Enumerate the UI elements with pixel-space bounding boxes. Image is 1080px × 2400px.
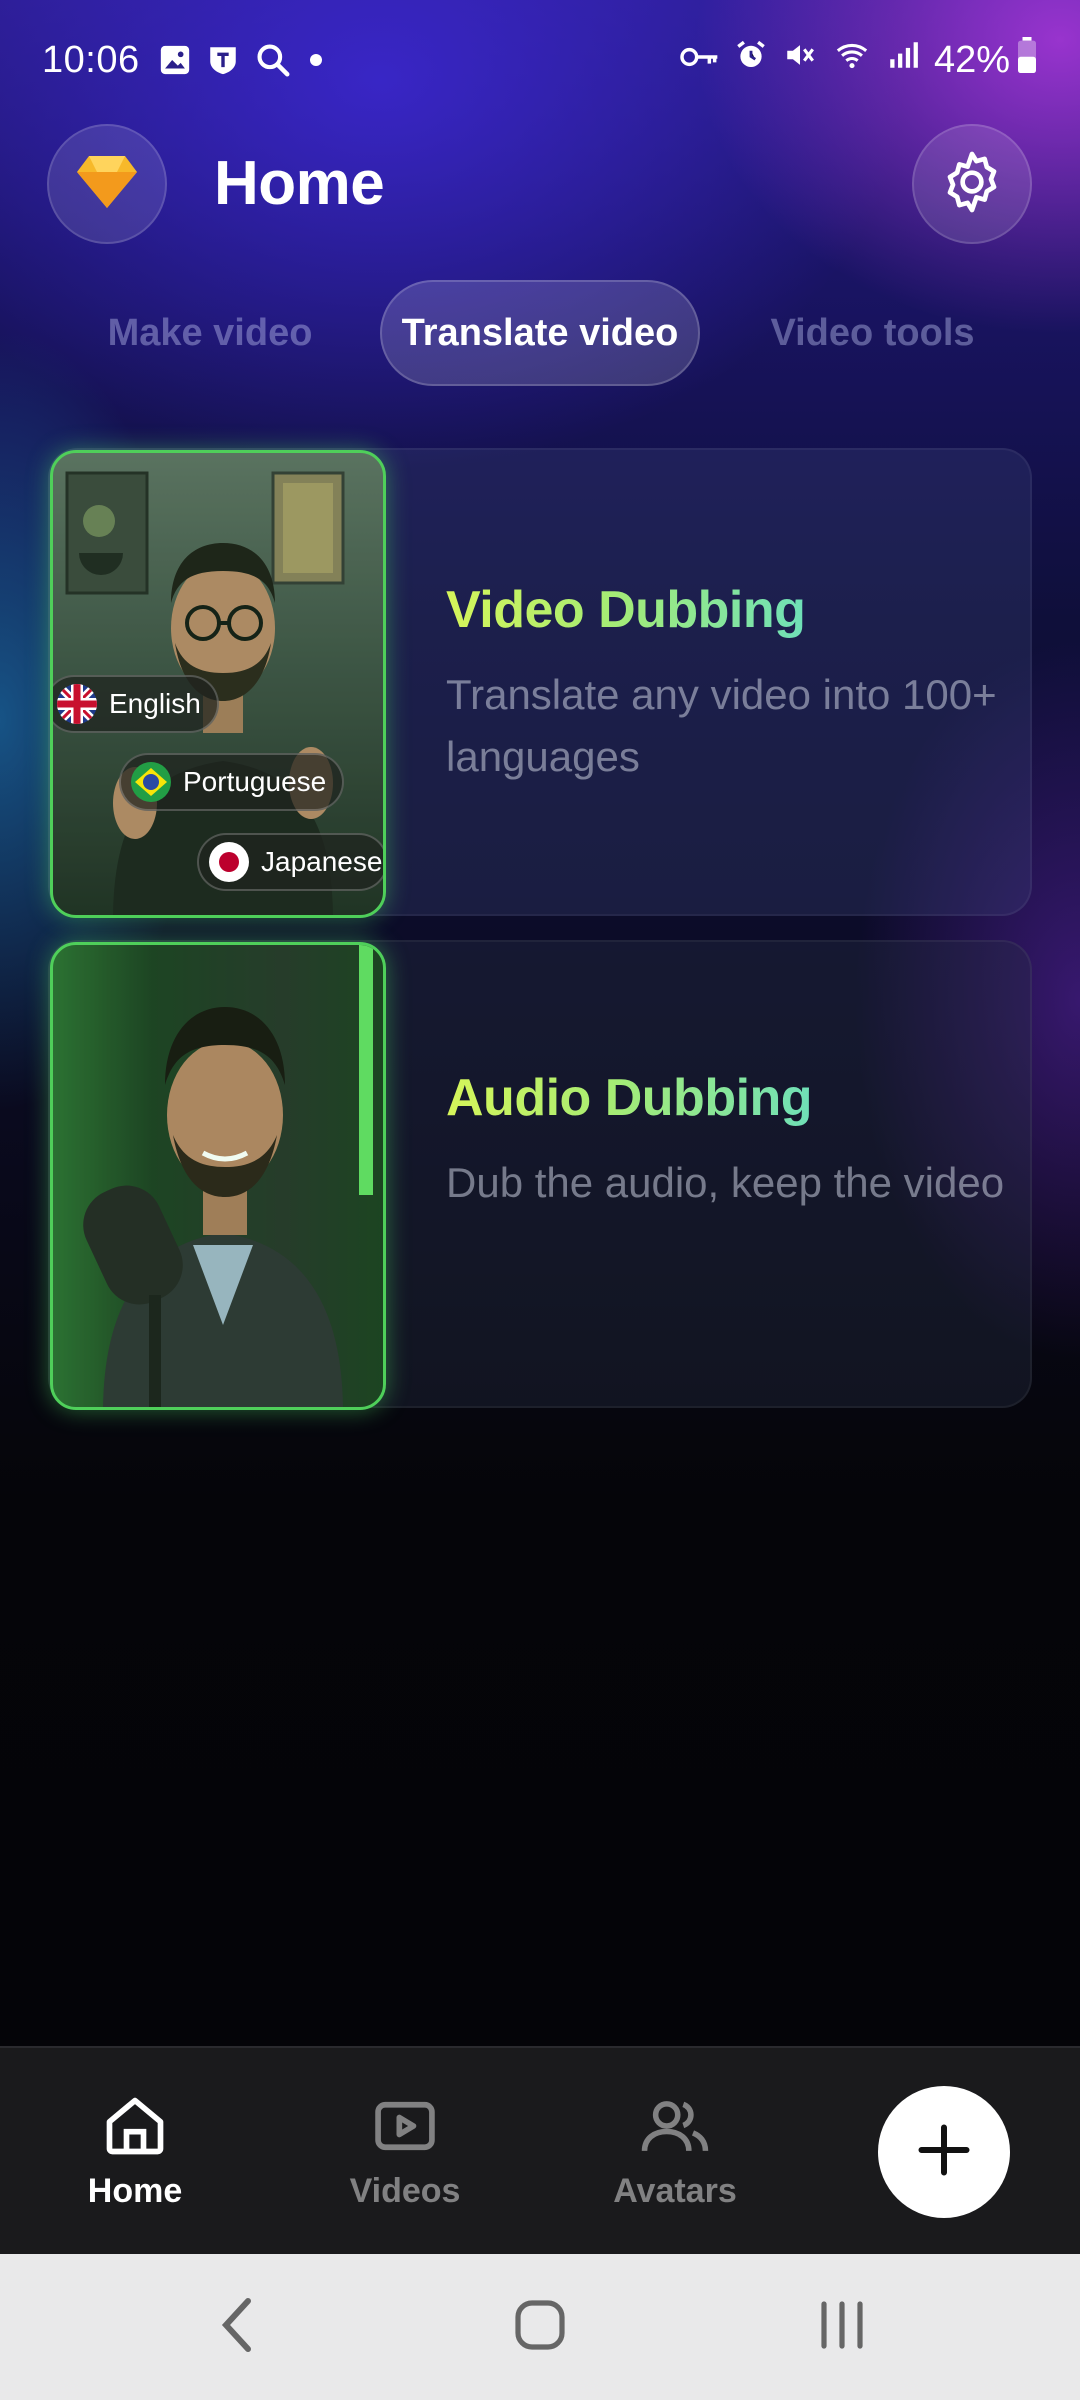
language-chip-english: English	[53, 675, 219, 733]
system-home-button[interactable]	[500, 2292, 580, 2362]
system-navigation-bar	[0, 2254, 1080, 2400]
app-header: Home	[0, 122, 1080, 246]
card-title: Video Dubbing	[446, 581, 806, 639]
premium-button[interactable]	[47, 124, 167, 244]
signal-icon	[886, 38, 920, 82]
video-dubbing-thumbnail: English Portuguese Japanese	[50, 450, 386, 918]
card-description: Translate any video into 100+ languages	[446, 671, 997, 780]
nav-avatars[interactable]: Avatars	[575, 2088, 775, 2211]
search-icon	[254, 41, 292, 79]
nav-label: Avatars	[613, 2172, 737, 2210]
mute-icon	[782, 38, 818, 82]
wifi-icon	[832, 38, 872, 82]
nav-videos[interactable]: Videos	[305, 2088, 505, 2211]
language-chip-portuguese: Portuguese	[119, 753, 345, 811]
video-dubbing-card[interactable]: English Portuguese Japanese Video Dubbin…	[48, 448, 1032, 918]
play-icon	[371, 2088, 439, 2164]
plus-icon	[914, 2120, 974, 2185]
recents-icon	[816, 2300, 868, 2355]
bottom-navigation: Home Videos Avatars	[0, 2046, 1080, 2254]
status-time: 10:06	[42, 38, 140, 81]
language-label: English	[109, 688, 201, 719]
key-icon	[680, 39, 720, 82]
home-icon	[101, 2088, 169, 2164]
brazil-flag-icon	[131, 762, 171, 802]
recents-button[interactable]	[802, 2292, 882, 2362]
page-title: Home	[214, 149, 385, 218]
card-description: Dub the audio, keep the video	[446, 1159, 1005, 1206]
users-icon	[639, 2088, 711, 2164]
tab-translate-video[interactable]: Translate video	[380, 280, 700, 386]
japan-flag-icon	[209, 842, 249, 882]
shield-notification-icon	[206, 43, 240, 77]
back-icon	[218, 2295, 258, 2360]
status-bar: 10:06 42%	[0, 0, 1080, 120]
gallery-icon	[158, 43, 192, 77]
language-label: Japanese	[261, 846, 383, 877]
dot-icon	[306, 50, 326, 70]
audio-dubbing-card[interactable]: Audio Dubbing Dub the audio, keep the vi…	[48, 940, 1032, 1410]
tab-video-tools[interactable]: Video tools	[740, 280, 1005, 386]
battery-icon	[1016, 37, 1038, 83]
uk-flag-icon	[57, 684, 97, 724]
audio-dubbing-thumbnail	[50, 942, 386, 1410]
podcaster-illustration	[53, 945, 383, 1407]
tab-bar: Make video Translate video Video tools	[0, 280, 1080, 388]
battery-level: 42%	[933, 38, 1010, 81]
tab-make-video[interactable]: Make video	[80, 280, 340, 386]
nav-label: Home	[87, 2172, 183, 2210]
home-circle-icon	[514, 2299, 566, 2356]
create-button[interactable]	[878, 2086, 1010, 2218]
nav-home[interactable]: Home	[35, 2088, 235, 2211]
nav-label: Videos	[349, 2172, 461, 2210]
gear-icon	[939, 149, 1005, 220]
diamond-gem-icon	[75, 153, 139, 216]
language-chip-japanese: Japanese	[197, 833, 383, 891]
language-label: Portuguese	[183, 766, 327, 797]
settings-button[interactable]	[912, 124, 1032, 244]
back-button[interactable]	[198, 2292, 278, 2362]
card-title: Audio Dubbing	[446, 1069, 813, 1127]
alarm-icon	[734, 38, 768, 82]
